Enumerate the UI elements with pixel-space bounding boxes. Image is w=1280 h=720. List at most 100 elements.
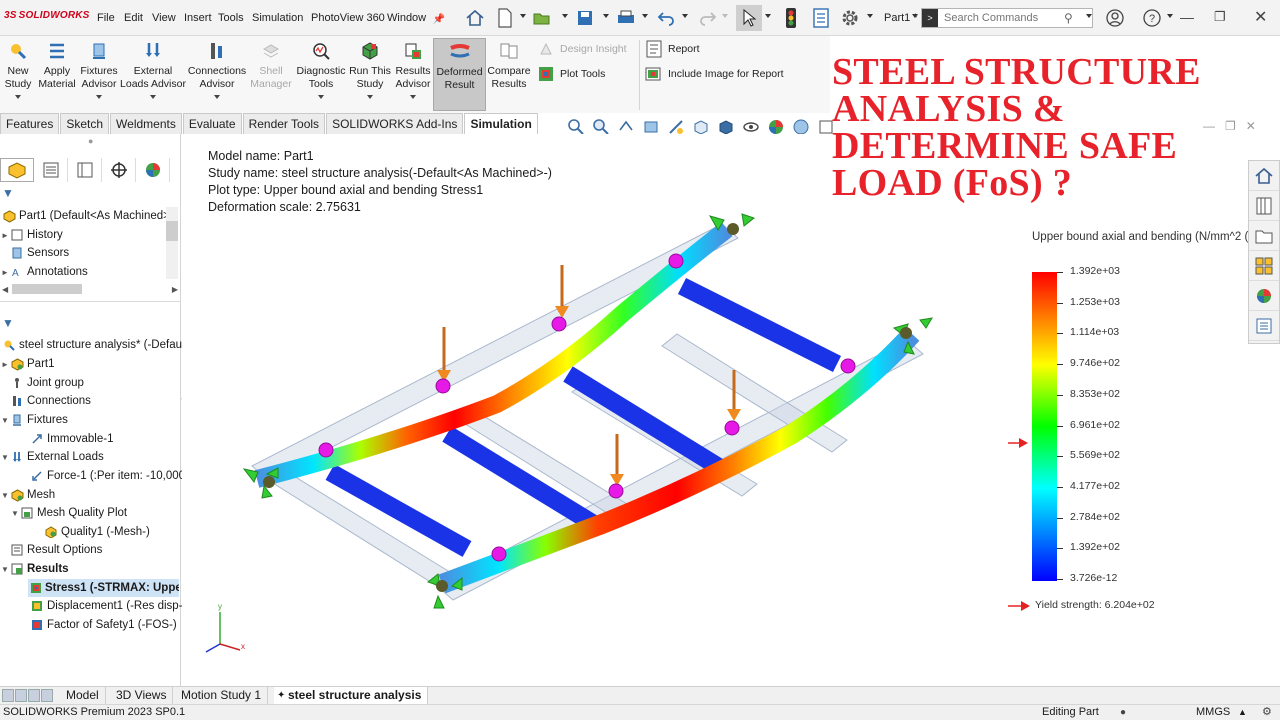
redo-icon[interactable] <box>697 7 719 29</box>
panel-grip-icon[interactable]: ● <box>88 136 93 146</box>
tree-item-factor-of-safety1[interactable]: Factor of Safety1 (-FOS-) <box>28 616 177 634</box>
appearances-scenes-icon[interactable] <box>1249 281 1279 311</box>
property-manager-tab-icon[interactable] <box>34 158 68 182</box>
next-tab-icon[interactable] <box>28 689 40 702</box>
plot-tools-button[interactable]: Plot Tools <box>537 64 652 84</box>
tab-evaluate[interactable]: Evaluate <box>182 113 242 134</box>
restore-icon[interactable]: ❐ <box>1214 9 1226 25</box>
display-manager-tab-icon[interactable] <box>136 158 170 182</box>
tree-item-stress1[interactable]: Stress1 (-STRMAX: Uppe <box>28 579 179 597</box>
tab-steel-structure-analysis[interactable]: ✦ steel structure analysis <box>274 687 429 705</box>
options-gear-icon[interactable] <box>839 7 861 29</box>
include-image-report-button[interactable]: Include Image for Report <box>645 64 784 84</box>
configuration-manager-tab-icon[interactable] <box>68 158 102 182</box>
diagnostic-tools-button[interactable]: Diagnostic Tools <box>296 38 346 111</box>
collapse-arrow-icon[interactable]: ▼ <box>0 453 10 462</box>
results-advisor-dropdown-icon[interactable] <box>410 95 416 99</box>
expand-arrow-icon[interactable]: ► <box>0 268 10 277</box>
tab-simulation[interactable]: Simulation <box>464 113 538 134</box>
file-properties-icon[interactable] <box>810 7 832 29</box>
dimxpert-tab-icon[interactable] <box>102 158 136 182</box>
tree-item-mesh[interactable]: ▼ Mesh <box>0 486 55 504</box>
report-button[interactable]: Report <box>645 39 700 59</box>
vertical-scrollbar[interactable] <box>166 207 178 279</box>
units-dropdown-icon[interactable]: ▲ <box>1238 705 1247 720</box>
select-icon[interactable] <box>736 5 762 31</box>
vertical-scrollbar-thumb[interactable] <box>166 221 178 241</box>
tab-render-tools[interactable]: Render Tools <box>242 113 326 134</box>
file-explorer-icon[interactable] <box>1249 221 1279 251</box>
diagnostic-tools-dropdown-icon[interactable] <box>318 95 324 99</box>
shell-manager-button[interactable]: Shell Manager <box>249 38 293 111</box>
search-icon[interactable]: ⚲ <box>1064 11 1073 25</box>
new-study-button[interactable]: New Study <box>2 38 34 111</box>
customize-status-icon[interactable]: ⚙ <box>1262 705 1272 720</box>
tab-sketch[interactable]: Sketch <box>60 113 110 134</box>
new-document-icon[interactable] <box>494 7 516 29</box>
scroll-right-icon[interactable]: ▶ <box>172 285 178 294</box>
tree-item-mesh-quality-plot[interactable]: ▼ Mesh Quality Plot <box>0 504 127 522</box>
redo-dropdown-icon[interactable] <box>722 14 728 18</box>
external-loads-dropdown-icon[interactable] <box>150 95 156 99</box>
horizontal-scrollbar[interactable]: ◀ ▶ <box>2 282 178 296</box>
feature-tree-tab-icon[interactable] <box>0 158 34 182</box>
external-loads-advisor-button[interactable]: External Loads Advisor <box>120 38 186 111</box>
tree-item-displacement1[interactable]: Displacement1 (-Res disp- <box>28 597 183 615</box>
menu-photoview[interactable]: PhotoView 360 <box>311 12 385 24</box>
design-library-icon[interactable] <box>1249 191 1279 221</box>
custom-properties-icon[interactable] <box>1249 311 1279 341</box>
run-study-dropdown-icon[interactable] <box>367 95 373 99</box>
save-icon[interactable] <box>574 7 596 29</box>
connections-advisor-button[interactable]: Connections Advisor <box>188 38 246 111</box>
minimize-icon[interactable]: — <box>1180 9 1194 25</box>
help-dropdown-icon[interactable] <box>1167 14 1173 18</box>
tree-item-result-options[interactable]: Result Options <box>0 541 102 559</box>
undo-dropdown-icon[interactable] <box>682 14 688 18</box>
last-tab-icon[interactable] <box>41 689 53 702</box>
prev-tab-icon[interactable] <box>15 689 27 702</box>
tree-item-external-loads[interactable]: ▼ External Loads <box>0 448 104 466</box>
tree-item-force[interactable]: Force-1 (:Per item: -10,000 <box>0 467 185 485</box>
select-dropdown-icon[interactable] <box>765 14 771 18</box>
solidworks-logo[interactable]: 3S SOLIDWORKS <box>4 10 90 21</box>
save-dropdown-icon[interactable] <box>603 14 609 18</box>
rebuild-status-icon[interactable]: ● <box>1120 705 1126 720</box>
options-dropdown-icon[interactable] <box>867 14 873 18</box>
tree-item-immovable[interactable]: Immovable-1 <box>0 430 113 448</box>
tab-3d-views[interactable]: 3D Views <box>110 687 174 705</box>
expand-arrow-icon[interactable]: ► <box>0 360 10 369</box>
tab-features[interactable]: Features <box>0 113 60 134</box>
search-dropdown-icon[interactable] <box>1086 14 1092 18</box>
graphics-area[interactable]: Model name: Part1 Study name: steel stru… <box>182 53 1280 686</box>
tree-item-quality1[interactable]: Quality1 (-Mesh-) <box>0 523 150 541</box>
new-study-dropdown-icon[interactable] <box>15 95 21 99</box>
filter-icon[interactable]: ▼ <box>2 186 14 200</box>
fixtures-advisor-dropdown-icon[interactable] <box>96 95 102 99</box>
tree-item-fixtures[interactable]: ▼ Fixtures <box>0 411 68 429</box>
expand-arrow-icon[interactable]: ► <box>0 231 10 240</box>
results-advisor-button[interactable]: Results Advisor <box>395 38 431 111</box>
panel-splitter[interactable] <box>0 301 181 306</box>
units-text[interactable]: MMGS <box>1196 705 1230 720</box>
home-icon[interactable] <box>464 7 486 29</box>
study-filter-icon[interactable]: ▼ <box>2 316 14 330</box>
collapse-arrow-icon[interactable]: ▼ <box>0 416 10 425</box>
tree-item-connections[interactable]: Connections <box>0 392 91 410</box>
menu-window[interactable]: Window <box>387 12 426 24</box>
menu-insert[interactable]: Insert <box>184 12 212 24</box>
first-tab-icon[interactable] <box>2 689 14 702</box>
tree-item-part1[interactable]: ► Part1 <box>0 355 55 373</box>
collapse-arrow-icon[interactable]: ▼ <box>10 509 20 518</box>
tab-weldments[interactable]: Weldments <box>110 113 182 134</box>
tree-item-joint-group[interactable]: Joint group <box>0 374 84 392</box>
scroll-left-icon[interactable]: ◀ <box>2 285 8 294</box>
new-dropdown-icon[interactable] <box>520 14 526 18</box>
open-icon[interactable] <box>531 7 553 29</box>
collapse-arrow-icon[interactable]: ▼ <box>0 491 10 500</box>
open-dropdown-icon[interactable] <box>562 14 568 18</box>
tab-model[interactable]: Model <box>60 687 106 705</box>
tab-solidworks-addins[interactable]: SOLIDWORKS Add-Ins <box>326 113 464 134</box>
menu-tools[interactable]: Tools <box>218 12 244 24</box>
run-this-study-button[interactable]: Run This Study <box>349 38 391 111</box>
scrollbar-thumb[interactable] <box>12 284 83 294</box>
